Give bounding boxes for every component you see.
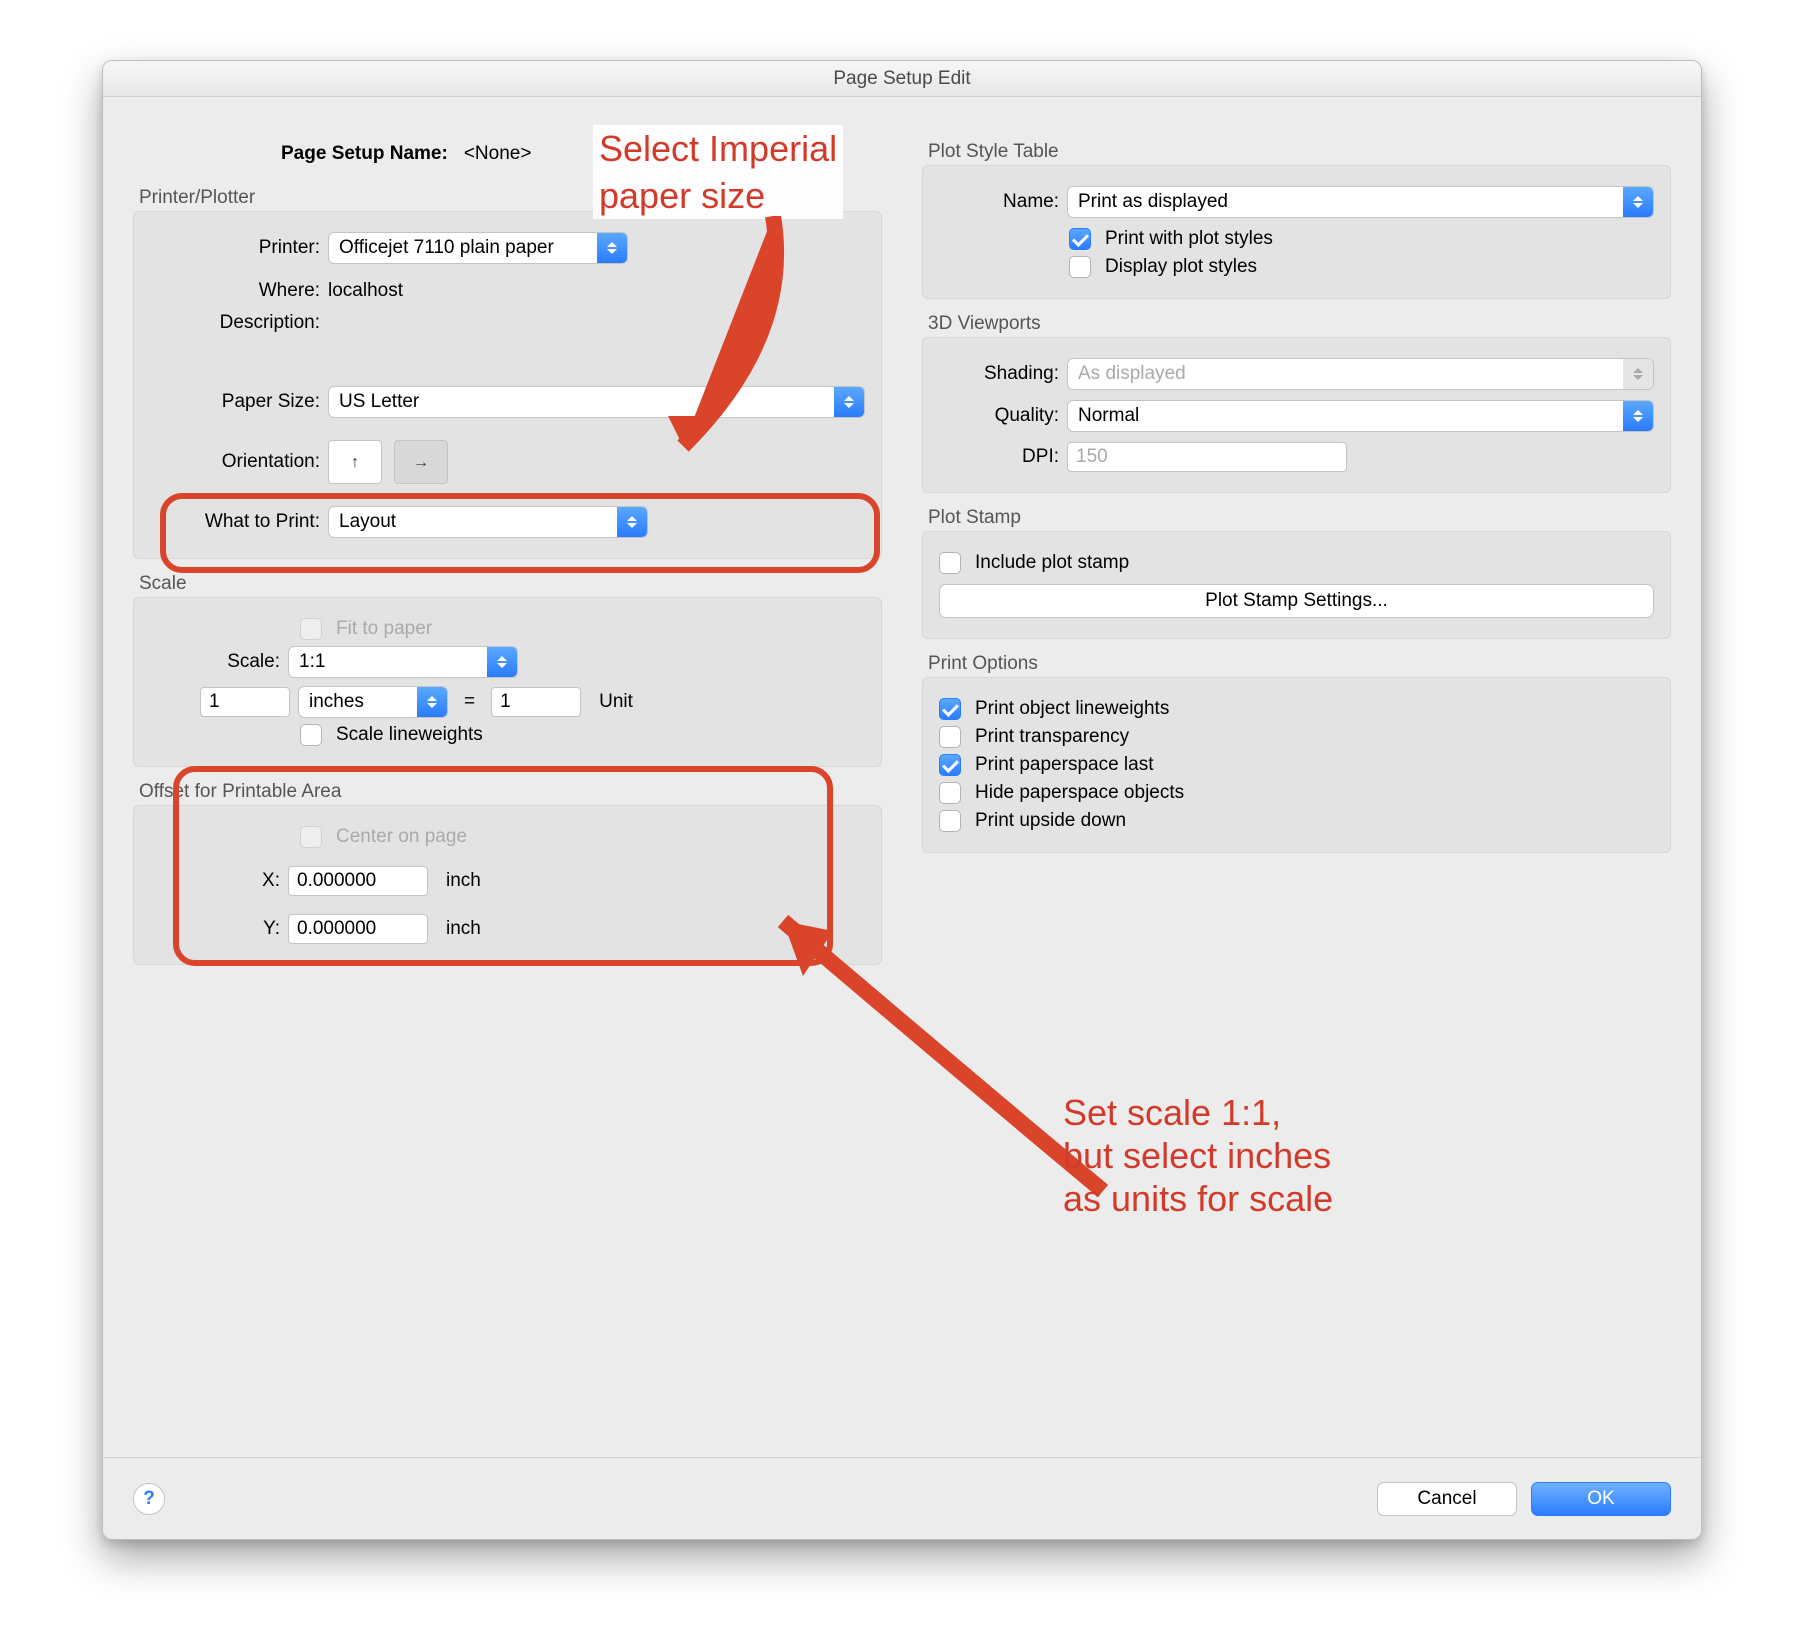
annotation-line: but select inches: [1063, 1134, 1333, 1177]
window-title: Page Setup Edit: [103, 61, 1701, 97]
print-options-group: Print object lineweights Print transpare…: [922, 677, 1671, 853]
fit-to-paper-label: Fit to paper: [336, 618, 432, 640]
print-transparency-label: Print transparency: [975, 726, 1129, 748]
chevron-updown-icon: [1623, 359, 1653, 389]
scale-value: 1:1: [299, 651, 487, 673]
scale-units-select[interactable]: inches: [298, 686, 448, 718]
scale-equals: =: [464, 691, 475, 713]
dpi-value: 150: [1076, 446, 1108, 468]
scale-right-input[interactable]: 1: [491, 687, 581, 717]
display-plot-styles-checkbox[interactable]: [1069, 256, 1091, 278]
chevron-updown-icon: [417, 687, 447, 717]
quality-value: Normal: [1078, 405, 1623, 427]
print-with-plot-styles-label: Print with plot styles: [1105, 228, 1273, 250]
portrait-icon: [351, 451, 359, 473]
plot-stamp-settings-label: Plot Stamp Settings...: [1205, 590, 1388, 612]
plot-stamp-settings-button[interactable]: Plot Stamp Settings...: [939, 584, 1654, 618]
viewports-3d-group: Shading: As displayed Quality: Normal DP…: [922, 337, 1671, 493]
print-object-lineweights-checkbox[interactable]: [939, 698, 961, 720]
annotation-scale-text: Set scale 1:1, but select inches as unit…: [1063, 1091, 1333, 1221]
plot-style-table-group: Name: Print as displayed Print with plot…: [922, 165, 1671, 299]
include-plot-stamp-checkbox[interactable]: [939, 552, 961, 574]
plot-style-table-title: Plot Style Table: [928, 141, 1671, 163]
plot-stamp-title: Plot Stamp: [928, 507, 1671, 529]
print-upside-down-checkbox[interactable]: [939, 810, 961, 832]
chevron-updown-icon: [1623, 401, 1653, 431]
help-icon: ?: [143, 1488, 155, 1510]
cancel-button[interactable]: Cancel: [1377, 1482, 1517, 1516]
viewports-3d-title: 3D Viewports: [928, 313, 1671, 335]
chevron-updown-icon: [834, 387, 864, 417]
where-label: Where:: [150, 280, 320, 302]
ok-button[interactable]: OK: [1531, 1482, 1671, 1516]
scale-title: Scale: [139, 573, 882, 595]
quality-label: Quality:: [939, 405, 1059, 427]
chevron-updown-icon: [487, 647, 517, 677]
pst-name-value: Print as displayed: [1078, 191, 1623, 213]
page-setup-edit-window: Page Setup Edit Page Setup Name: <None> …: [102, 60, 1702, 1540]
orientation-portrait-button[interactable]: [328, 440, 382, 484]
paper-size-label: Paper Size:: [150, 391, 320, 413]
scale-lineweights-checkbox[interactable]: [300, 724, 322, 746]
scale-right-value: 1: [500, 691, 511, 713]
scale-group: Fit to paper Scale: 1:1 1 inches: [133, 597, 882, 767]
shading-select: As displayed: [1067, 358, 1654, 390]
scale-left-value: 1: [209, 691, 220, 713]
page-setup-name-label: Page Setup Name:: [281, 143, 448, 165]
printer-select[interactable]: Officejet 7110 plain paper: [328, 232, 628, 264]
hide-paperspace-objects-checkbox[interactable]: [939, 782, 961, 804]
annotation-highlight-box: [173, 766, 833, 966]
scale-left-input[interactable]: 1: [200, 687, 290, 717]
dpi-label: DPI:: [939, 446, 1059, 468]
paper-size-value: US Letter: [339, 391, 834, 413]
chevron-updown-icon: [597, 233, 627, 263]
annotation-line: Set scale 1:1,: [1063, 1091, 1333, 1134]
printer-label: Printer:: [150, 237, 320, 259]
printer-plotter-title: Printer/Plotter: [139, 187, 882, 209]
annotation-highlight-box: [160, 493, 880, 573]
quality-select[interactable]: Normal: [1067, 400, 1654, 432]
footer: ? Cancel OK: [103, 1457, 1701, 1539]
print-options-title: Print Options: [928, 653, 1671, 675]
cancel-label: Cancel: [1417, 1488, 1476, 1510]
chevron-updown-icon: [1623, 187, 1653, 217]
include-plot-stamp-label: Include plot stamp: [975, 552, 1129, 574]
annotation-line: as units for scale: [1063, 1177, 1333, 1220]
dpi-input: 150: [1067, 442, 1347, 472]
print-with-plot-styles-checkbox[interactable]: [1069, 228, 1091, 250]
where-value: localhost: [328, 280, 403, 302]
print-paperspace-last-label: Print paperspace last: [975, 754, 1154, 776]
help-button[interactable]: ?: [133, 1483, 165, 1515]
plot-stamp-group: Include plot stamp Plot Stamp Settings..…: [922, 531, 1671, 639]
description-label: Description:: [150, 312, 320, 334]
print-paperspace-last-checkbox[interactable]: [939, 754, 961, 776]
print-object-lineweights-label: Print object lineweights: [975, 698, 1169, 720]
paper-size-select[interactable]: US Letter: [328, 386, 865, 418]
shading-label: Shading:: [939, 363, 1059, 385]
page-setup-name-value: <None>: [464, 143, 532, 165]
scale-lineweights-label: Scale lineweights: [336, 724, 483, 746]
hide-paperspace-objects-label: Hide paperspace objects: [975, 782, 1184, 804]
scale-units-value: inches: [309, 691, 417, 713]
scale-select[interactable]: 1:1: [288, 646, 518, 678]
orientation-label: Orientation:: [150, 451, 320, 473]
right-column: Plot Style Table Name: Print as displaye…: [922, 127, 1671, 965]
orientation-landscape-button[interactable]: [394, 440, 448, 484]
ok-label: OK: [1587, 1488, 1614, 1510]
printer-value: Officejet 7110 plain paper: [339, 237, 597, 259]
print-upside-down-label: Print upside down: [975, 810, 1126, 832]
shading-value: As displayed: [1078, 363, 1623, 385]
scale-label: Scale:: [150, 651, 280, 673]
display-plot-styles-label: Display plot styles: [1105, 256, 1257, 278]
landscape-icon: [413, 451, 429, 473]
print-transparency-checkbox[interactable]: [939, 726, 961, 748]
pst-name-label: Name:: [939, 191, 1059, 213]
pst-name-select[interactable]: Print as displayed: [1067, 186, 1654, 218]
scale-unit-label: Unit: [599, 691, 633, 713]
fit-to-paper-checkbox: [300, 618, 322, 640]
